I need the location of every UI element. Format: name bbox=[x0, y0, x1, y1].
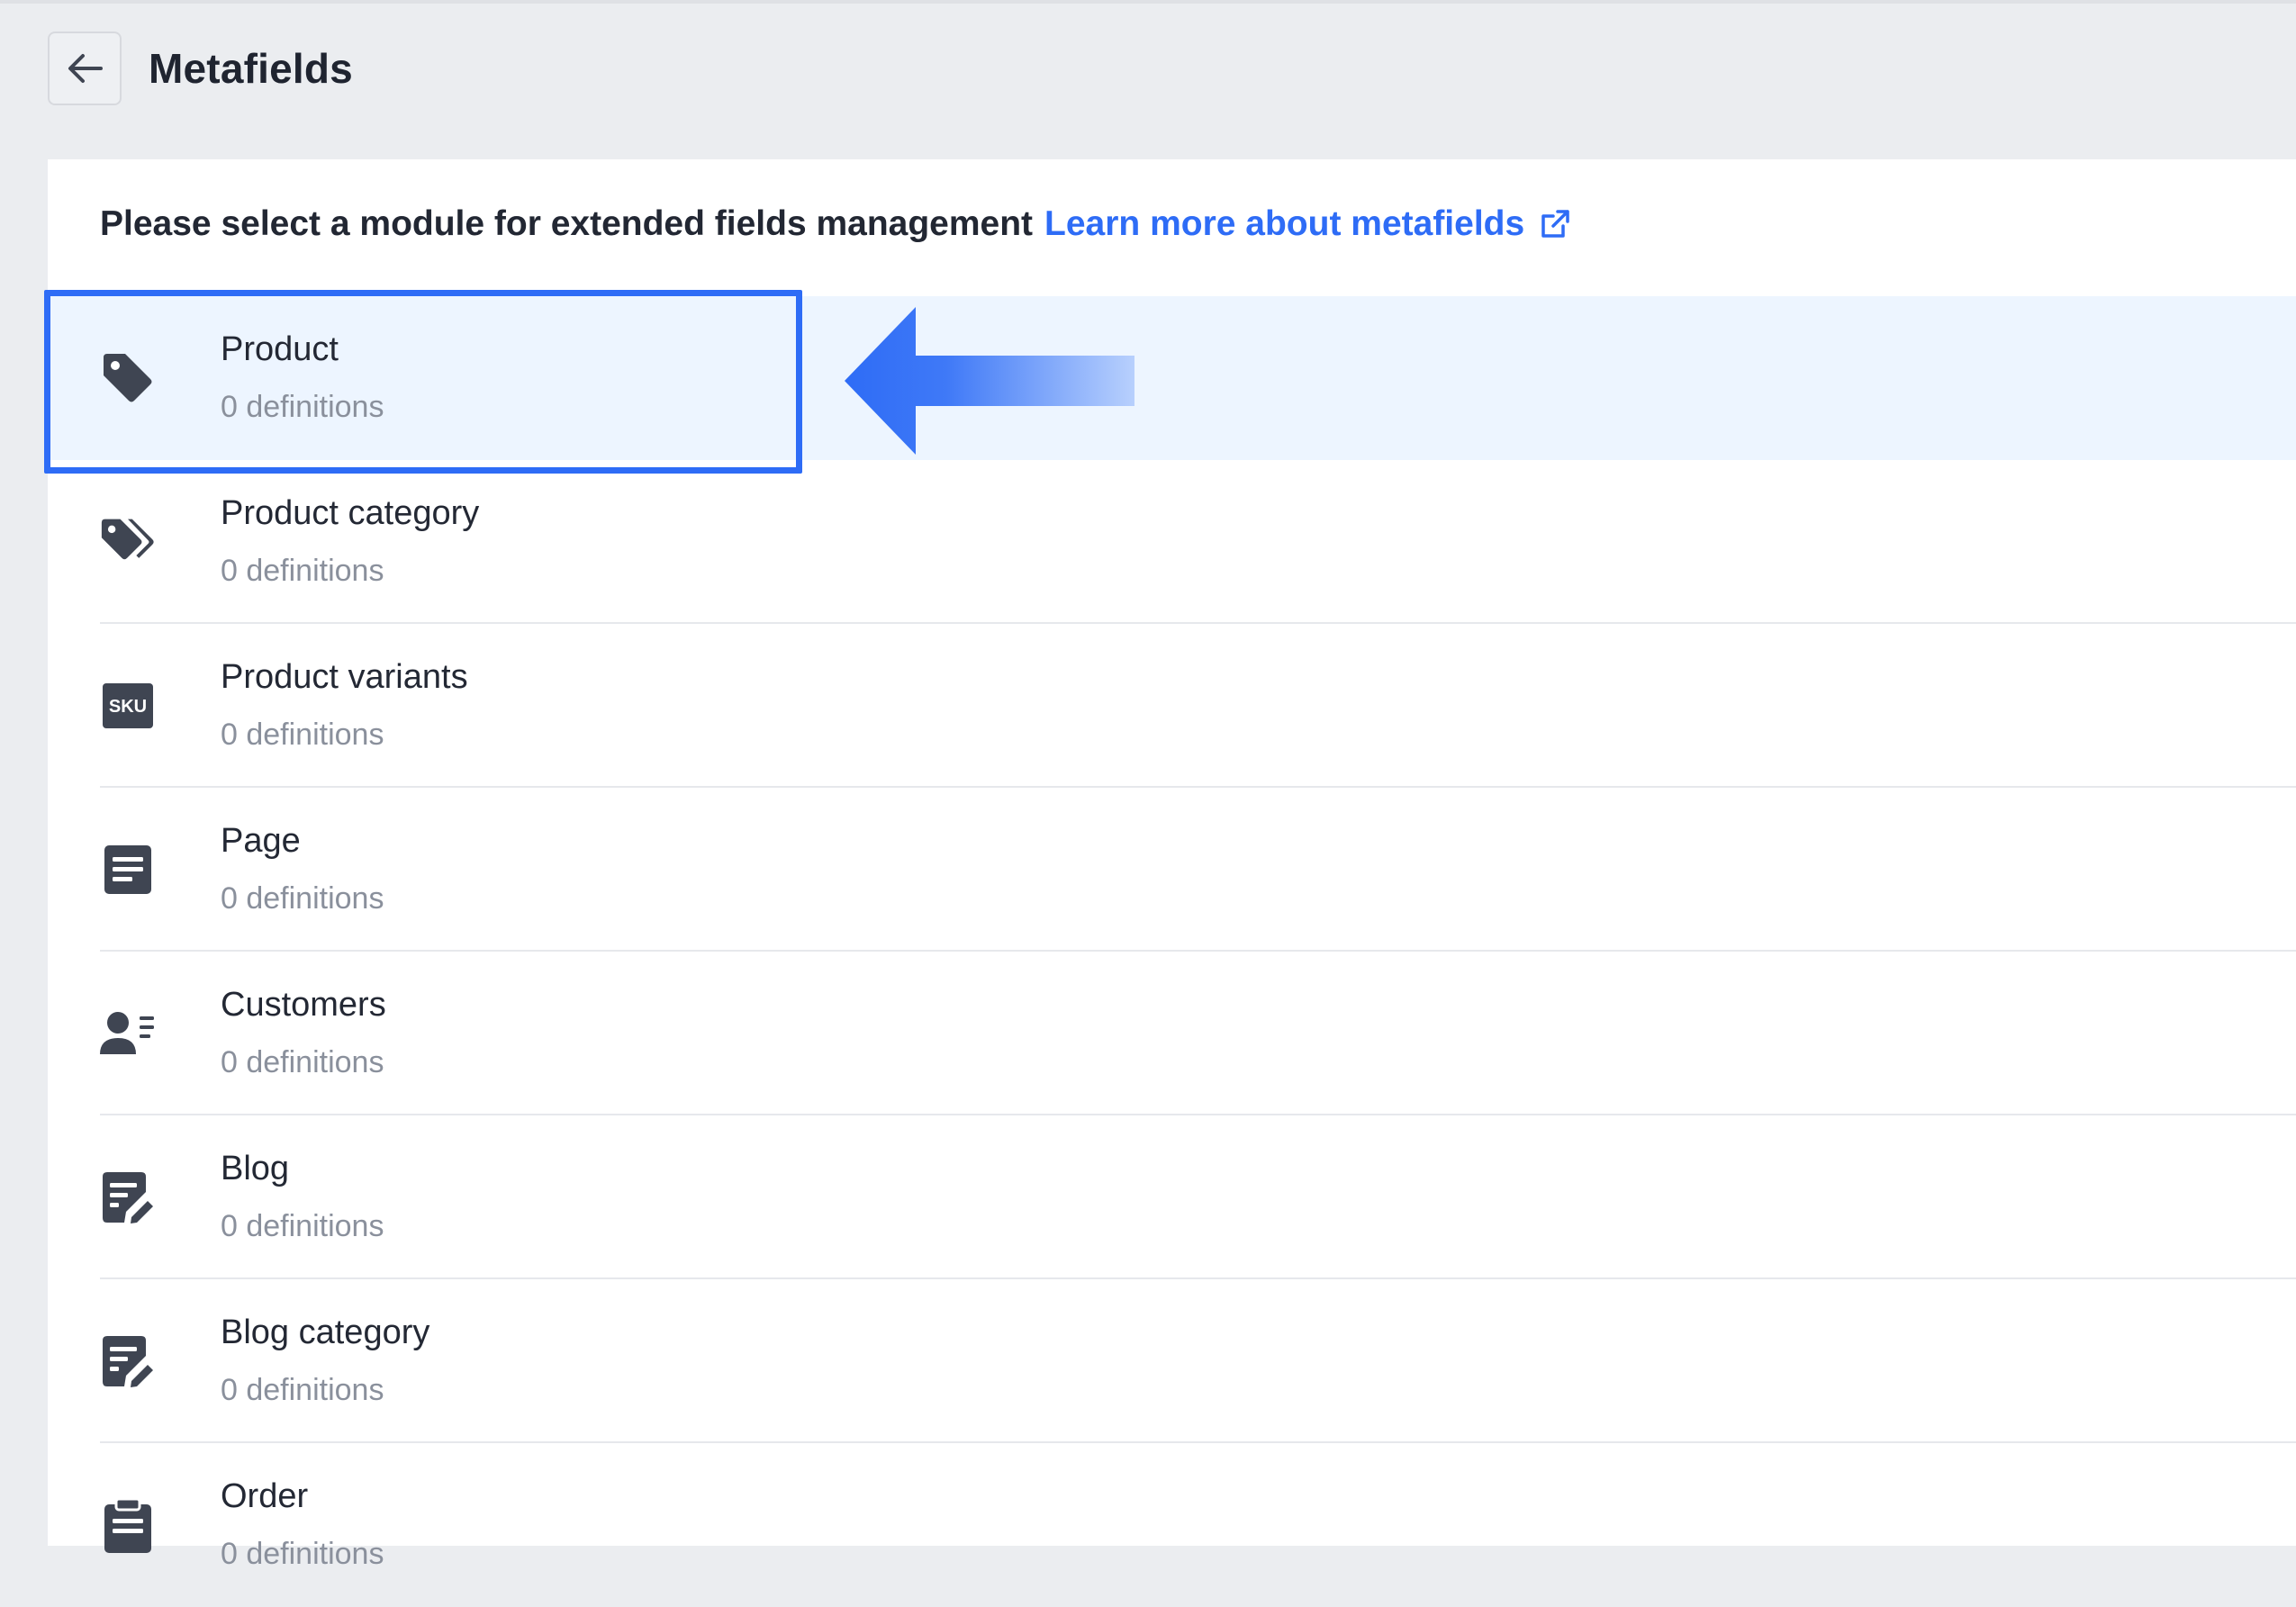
edit-document-icon bbox=[100, 1169, 156, 1225]
module-count: 0 definitions bbox=[221, 1045, 384, 1079]
module-count: 0 definitions bbox=[221, 718, 384, 752]
module-count: 0 definitions bbox=[221, 1209, 384, 1243]
tag-icon bbox=[100, 350, 156, 406]
module-list: Product 0 definitions Product category 0… bbox=[48, 296, 2296, 1607]
sku-icon: SKU bbox=[100, 678, 156, 734]
arrow-left-icon bbox=[68, 54, 103, 83]
module-name: Product bbox=[221, 330, 339, 368]
module-row-blog[interactable]: Blog 0 definitions bbox=[48, 1115, 2296, 1279]
page-title: Metafields bbox=[149, 45, 353, 92]
edit-document-icon bbox=[100, 1333, 156, 1389]
module-card: Please select a module for extended fiel… bbox=[48, 159, 2296, 1571]
intro-text: Please select a module for extended fiel… bbox=[100, 204, 1034, 243]
module-row-product-variants[interactable]: SKU Product variants 0 definitions bbox=[48, 624, 2296, 788]
module-row-product[interactable]: Product 0 definitions bbox=[48, 296, 2296, 460]
module-name: Page bbox=[221, 822, 301, 860]
module-row-blog-category[interactable]: Blog category 0 definitions bbox=[48, 1279, 2296, 1443]
module-count: 0 definitions bbox=[221, 1537, 384, 1571]
top-border bbox=[0, 0, 2296, 4]
module-count: 0 definitions bbox=[221, 554, 384, 588]
intro-text-line: Please select a module for extended fiel… bbox=[100, 204, 1571, 244]
back-button[interactable] bbox=[48, 32, 122, 105]
module-row-product-category[interactable]: Product category 0 definitions bbox=[48, 460, 2296, 624]
page-header: Metafields bbox=[48, 30, 353, 107]
learn-more-link[interactable]: Learn more about metafields bbox=[1044, 204, 1571, 244]
tags-icon bbox=[100, 514, 156, 570]
document-icon bbox=[100, 842, 156, 898]
module-name: Blog category bbox=[221, 1314, 430, 1351]
customer-card-icon bbox=[100, 1006, 156, 1061]
module-count: 0 definitions bbox=[221, 1373, 384, 1407]
module-row-order[interactable]: Order 0 definitions bbox=[48, 1443, 2296, 1607]
module-name: Blog bbox=[221, 1150, 290, 1187]
svg-text:SKU: SKU bbox=[109, 697, 147, 717]
module-name: Product category bbox=[221, 494, 480, 532]
module-name: Order bbox=[221, 1477, 309, 1515]
module-row-customers[interactable]: Customers 0 definitions bbox=[48, 952, 2296, 1115]
module-name: Product variants bbox=[221, 658, 468, 696]
module-count: 0 definitions bbox=[221, 390, 384, 424]
external-link-icon bbox=[1541, 210, 1569, 238]
learn-more-label: Learn more about metafields bbox=[1044, 204, 1525, 243]
clipboard-icon bbox=[100, 1497, 156, 1553]
module-row-page[interactable]: Page 0 definitions bbox=[48, 788, 2296, 952]
module-name: Customers bbox=[221, 986, 386, 1024]
module-count: 0 definitions bbox=[221, 881, 384, 916]
